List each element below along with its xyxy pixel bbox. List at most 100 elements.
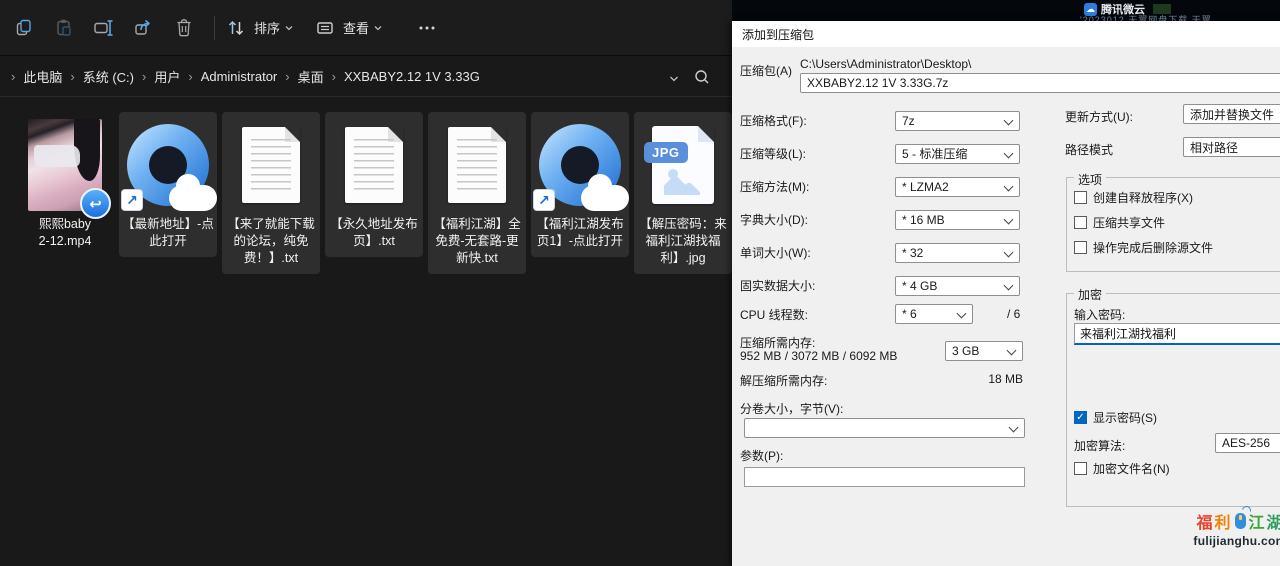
solid-block-row: 固实数据大小: * 4 GB xyxy=(740,269,1020,302)
create-sfx-label: 创建自释放程序(X) xyxy=(1093,189,1193,206)
more-options-button[interactable] xyxy=(407,10,447,46)
method-row: 压缩方法(M): * LZMA2 xyxy=(740,170,1020,203)
method-label: 压缩方法(M): xyxy=(740,178,895,195)
sort-button[interactable]: 排序 xyxy=(225,10,300,46)
compress-shared-checkbox[interactable]: 压缩共享文件 xyxy=(1074,214,1165,231)
level-combobox[interactable]: 5 - 标准压缩 xyxy=(895,144,1020,164)
delete-button[interactable] xyxy=(164,10,204,46)
file-tile-txt[interactable]: 【来了就能下载 的论坛，纯免 费！】.txt xyxy=(222,112,320,274)
cpu-threads-row: CPU 线程数: * 6 / 6 xyxy=(740,304,1020,324)
breadcrumb-users[interactable]: 用户 xyxy=(147,63,187,90)
memory-combobox[interactable]: 3 GB xyxy=(945,341,1023,361)
file-tile-txt[interactable]: 【福利江湖】全 免费-无套路-更 新快.txt xyxy=(428,112,526,274)
file-tile-txt[interactable]: 【永久地址发布 页】.txt xyxy=(325,112,423,257)
checkbox-box xyxy=(1074,462,1087,475)
text-file-icon xyxy=(242,127,300,203)
encryption-method-combobox[interactable]: AES-256 xyxy=(1215,433,1280,453)
breadcrumb-drive-c[interactable]: 系统 (C:) xyxy=(76,63,141,90)
show-password-label: 显示密码(S) xyxy=(1093,409,1157,426)
watermark-logo: 福利江湖 xyxy=(1170,509,1280,533)
show-password-checkbox[interactable]: 显示密码(S) xyxy=(1074,409,1157,426)
solid-block-combobox[interactable]: * 4 GB xyxy=(895,276,1020,296)
volume-size-combobox[interactable] xyxy=(744,418,1025,438)
checkbox-box xyxy=(1074,191,1087,204)
file-name: 熙熙baby 2-12.mp4 xyxy=(39,216,92,250)
format-label: 压缩格式(F): xyxy=(740,112,895,129)
shortcut-arrow-icon: ↗ xyxy=(534,190,554,210)
dialog-title: 添加到压缩包 xyxy=(742,26,814,43)
path-mode-combobox[interactable]: 相对路径 xyxy=(1183,137,1280,157)
file-name: 【最新地址】-点 此打开 xyxy=(122,216,214,250)
breadcrumb-this-pc[interactable]: 此电脑 xyxy=(16,63,69,90)
checkbox-box-checked xyxy=(1074,411,1087,424)
update-mode-label: 更新方式(U): xyxy=(1065,108,1133,125)
watermark-domain: fulijianghu.com xyxy=(1170,534,1280,548)
archive-label: 压缩包(A) xyxy=(740,62,792,79)
cpu-threads-combobox[interactable]: * 6 xyxy=(895,304,973,324)
paste-button[interactable] xyxy=(44,10,84,46)
sort-chevron-icon xyxy=(284,24,294,32)
create-sfx-checkbox[interactable]: 创建自释放程序(X) xyxy=(1074,189,1193,206)
parameters-input[interactable] xyxy=(744,467,1025,487)
format-combobox[interactable]: 7z xyxy=(895,111,1020,131)
view-chevron-icon xyxy=(373,24,383,32)
word-size-combobox[interactable]: * 32 xyxy=(895,243,1020,263)
encrypt-filenames-checkbox[interactable]: 加密文件名(N) xyxy=(1074,460,1170,477)
password-input[interactable] xyxy=(1074,323,1280,345)
memory-value: 952 MB / 3072 MB / 6092 MB xyxy=(740,349,897,363)
add-to-archive-dialog: 添加到压缩包 压缩包(A) C:\Users\Administrator\Des… xyxy=(732,21,1280,566)
breadcrumb-administrator[interactable]: Administrator xyxy=(194,65,285,88)
view-icon xyxy=(314,17,336,39)
jpg-file-icon: JPG xyxy=(652,126,714,204)
file-name: 【永久地址发布 页】.txt xyxy=(330,216,418,250)
parameters-label: 参数(P): xyxy=(740,447,783,464)
file-name: 【福利江湖】全 免费-无套路-更 新快.txt xyxy=(433,216,521,267)
file-tile-shortcut[interactable]: ↗ 【最新地址】-点 此打开 xyxy=(119,112,217,257)
rename-button[interactable] xyxy=(84,10,124,46)
fulijianghu-watermark: 福利江湖 fulijianghu.com xyxy=(1170,509,1280,548)
text-file-icon xyxy=(448,127,506,203)
watermark-char: 利 xyxy=(1214,509,1231,533)
word-size-row: 单词大小(W): * 32 xyxy=(740,236,1020,269)
format-row: 压缩格式(F): 7z xyxy=(740,104,1020,137)
delete-after-label: 操作完成后删除源文件 xyxy=(1093,239,1213,256)
text-file-icon xyxy=(345,127,403,203)
address-dropdown-chevron-icon[interactable] xyxy=(668,71,680,86)
copy-icon xyxy=(13,17,35,39)
trash-icon xyxy=(173,17,195,39)
crumb-chevron-icon: › xyxy=(187,69,193,84)
ellipsis-icon xyxy=(417,18,437,38)
dictionary-combobox[interactable]: * 16 MB xyxy=(895,210,1020,230)
file-tile-shortcut[interactable]: ↗ 【福利江湖发布 页1】-点此打开 xyxy=(531,112,629,257)
breadcrumb-desktop[interactable]: 桌面 xyxy=(291,63,331,90)
cpu-threads-label: CPU 线程数: xyxy=(740,306,895,323)
checkbox-box xyxy=(1074,241,1087,254)
decompress-memory-label: 解压缩所需内存: xyxy=(740,372,827,389)
update-mode-combobox[interactable]: 添加并替换文件 xyxy=(1183,104,1280,124)
rename-icon xyxy=(92,17,116,39)
method-combobox[interactable]: * LZMA2 xyxy=(895,177,1020,197)
sort-icon xyxy=(225,17,247,39)
share-button[interactable] xyxy=(124,10,164,46)
compression-settings: 压缩格式(F): 7z 压缩等级(L): 5 - 标准压缩 压缩方法(M): *… xyxy=(740,104,1020,302)
archive-name-combobox[interactable]: XXBABY2.12 1V 3.33G.7z xyxy=(800,73,1280,93)
word-size-label: 单词大小(W): xyxy=(740,244,895,261)
watermark-char: 福 xyxy=(1196,509,1213,533)
mouse-icon xyxy=(1235,513,1246,529)
copy-button[interactable] xyxy=(4,10,44,46)
file-tile-jpg[interactable]: JPG 【解压密码：来 福利江湖找福 利】.jpg xyxy=(634,112,732,274)
decompress-memory-value: 18 MB xyxy=(932,372,1023,386)
volume-size-label: 分卷大小，字节(V): xyxy=(740,400,843,417)
search-icon[interactable] xyxy=(694,69,710,88)
view-button[interactable]: 查看 xyxy=(314,10,389,46)
level-row: 压缩等级(L): 5 - 标准压缩 xyxy=(740,137,1020,170)
file-name: 【解压密码：来 福利江湖找福 利】.jpg xyxy=(639,216,727,267)
breadcrumb-current-folder[interactable]: XXBABY2.12 1V 3.33G xyxy=(337,65,487,88)
file-name: 【来了就能下载 的论坛，纯免 费！】.txt xyxy=(227,216,315,267)
delete-after-checkbox[interactable]: 操作完成后删除源文件 xyxy=(1074,239,1213,256)
encryption-method-label: 加密算法: xyxy=(1074,437,1125,454)
dictionary-label: 字典大小(D): xyxy=(740,211,895,228)
dialog-titlebar[interactable]: 添加到压缩包 xyxy=(732,21,1280,47)
file-tile-video[interactable]: ↩ 熙熙baby 2-12.mp4 xyxy=(16,112,114,257)
encrypt-filenames-label: 加密文件名(N) xyxy=(1093,460,1170,477)
